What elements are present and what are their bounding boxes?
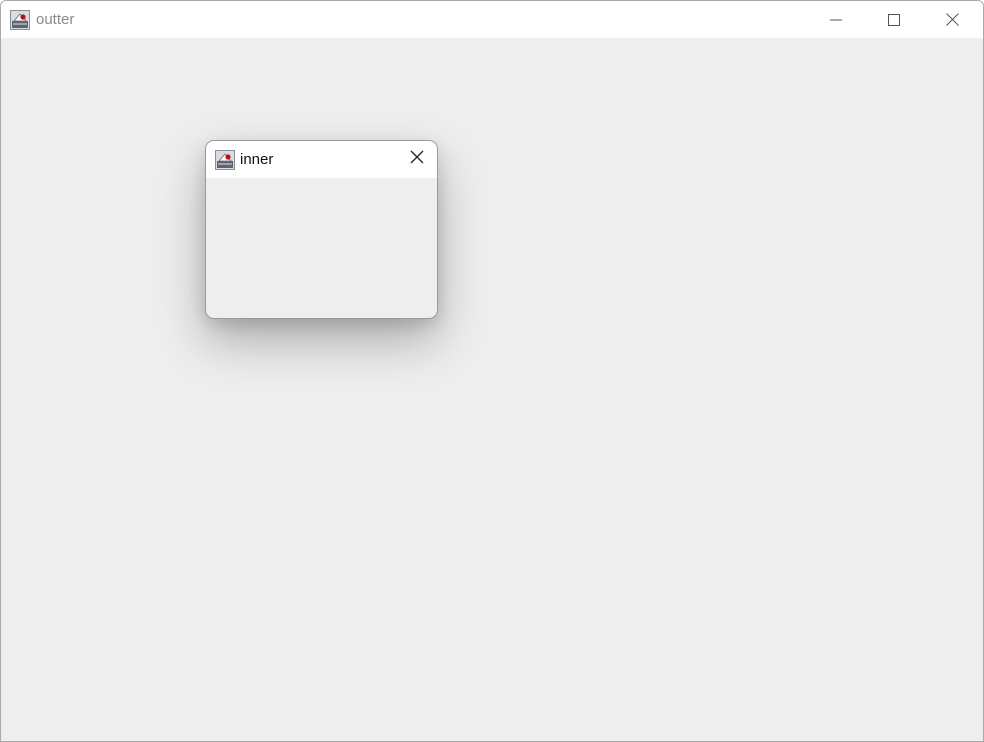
outer-titlebar[interactable]: outter [1, 1, 983, 38]
inner-window-title: inner [240, 151, 274, 168]
close-icon [945, 13, 959, 26]
outer-window: outter [0, 0, 984, 742]
inner-client-area [206, 178, 437, 318]
java-app-icon[interactable] [10, 10, 30, 30]
outer-client-area [1, 38, 983, 741]
close-button[interactable] [923, 1, 981, 38]
minimize-button[interactable] [807, 1, 865, 38]
minimize-icon [830, 14, 842, 26]
inner-close-button[interactable] [400, 141, 434, 178]
window-title: outter [36, 11, 75, 28]
inner-window: inner [205, 140, 438, 319]
maximize-button[interactable] [865, 1, 923, 38]
maximize-icon [888, 13, 900, 26]
java-app-icon[interactable] [215, 150, 235, 170]
close-icon [410, 150, 424, 169]
inner-titlebar[interactable]: inner [206, 141, 437, 178]
